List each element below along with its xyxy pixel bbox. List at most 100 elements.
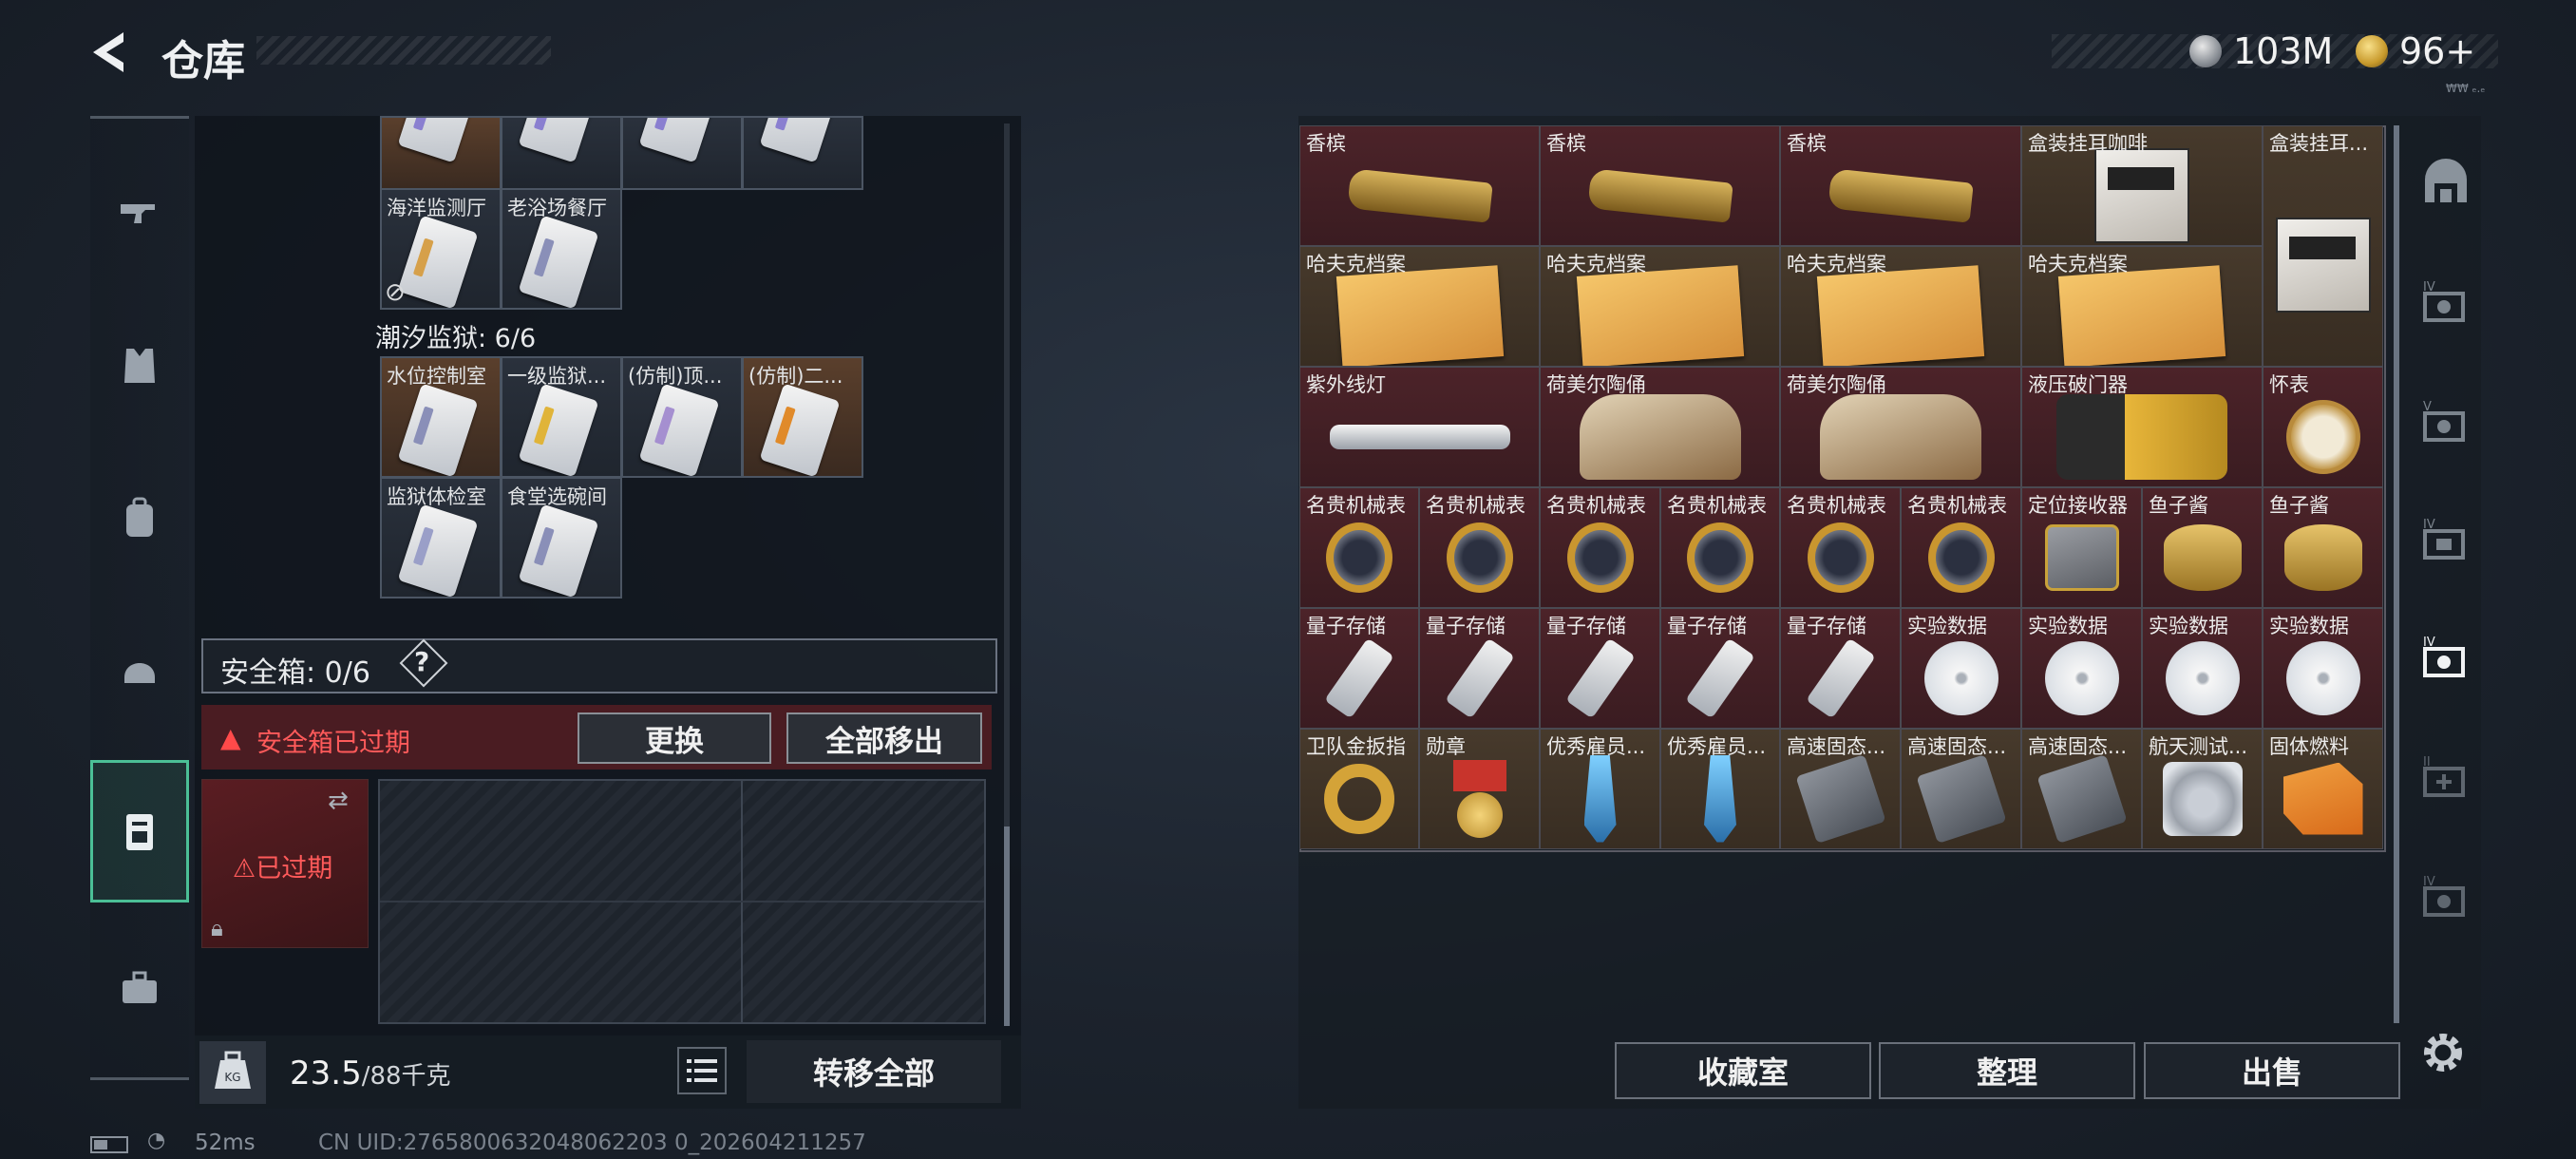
stash-item-folder[interactable]: 哈夫克档案 — [1780, 246, 2021, 367]
stash-item-watch[interactable]: 名贵机械表 — [1780, 487, 1901, 608]
item-label: 优秀雇员... — [1546, 735, 1646, 758]
keycard-slot[interactable] — [742, 116, 863, 190]
stash-item-watch[interactable]: 名贵机械表 — [1419, 487, 1540, 608]
stash-item-folder[interactable]: 哈夫克档案 — [1540, 246, 1780, 367]
stash-item-fuel[interactable]: 固体燃料 — [2263, 729, 2383, 849]
stash-item-watch[interactable]: 名贵机械表 — [1901, 487, 2021, 608]
stash-item-aero[interactable]: 航天测试... — [2142, 729, 2263, 849]
usb-icon — [1324, 636, 1394, 719]
keycard-slot[interactable]: (仿制)顶... — [621, 356, 743, 478]
list-icon[interactable] — [677, 1047, 727, 1094]
sell-button[interactable]: 出售 — [2144, 1042, 2400, 1099]
keycard-slot[interactable]: (仿制)二... — [742, 356, 863, 478]
stash-item-bottle[interactable]: 香槟 — [1540, 125, 1780, 246]
page-title: 仓库 — [161, 37, 245, 86]
stash-tab[interactable]: IV — [2408, 253, 2484, 357]
stash-item-ssd[interactable]: 高速固态... — [1780, 729, 1901, 849]
nav-keycard-case[interactable] — [90, 760, 189, 902]
left-scrollbar-thumb[interactable] — [1004, 826, 1010, 1026]
nav-backpack[interactable] — [90, 466, 189, 570]
stash-item-usb[interactable]: 量子存储 — [1660, 608, 1780, 729]
stash-item-watch[interactable]: 名贵机械表 — [1299, 487, 1419, 608]
stash-item-hydra[interactable]: 液压破门器 — [2021, 367, 2263, 487]
stash-item-medal[interactable]: 勋章 — [1419, 729, 1540, 849]
stash-item-ring[interactable]: 卫队金扳指 — [1299, 729, 1419, 849]
stash-scrollbar-thumb[interactable] — [2394, 125, 2399, 1023]
ssd-icon — [1915, 753, 2007, 844]
stash-item-box[interactable]: 盒装挂耳咖啡 — [2021, 125, 2263, 246]
stash-item-usb[interactable]: 量子存储 — [1780, 608, 1901, 729]
stash-item-trophy[interactable]: 优秀雇员... — [1540, 729, 1660, 849]
replace-button[interactable]: 更换 — [578, 712, 771, 764]
keycard-slot[interactable] — [501, 116, 622, 190]
stash-item-usb[interactable]: 量子存储 — [1299, 608, 1419, 729]
svg-text:IV: IV — [2423, 636, 2435, 650]
stash-item-ssd[interactable]: 高速固态... — [1901, 729, 2021, 849]
stash-item-caviar[interactable]: 鱼子酱 — [2142, 487, 2263, 608]
keycard-item — [518, 504, 599, 597]
stash-item-statue[interactable]: 荷美尔陶俑 — [1540, 367, 1780, 487]
stash-item-disc[interactable]: 实验数据 — [2263, 608, 2383, 729]
currency-silver-value: 103M — [2233, 30, 2334, 72]
keycard-slot[interactable]: 食堂选碗间 — [501, 477, 622, 598]
stash-tab[interactable]: II — [2408, 728, 2484, 832]
keycard-slot[interactable] — [621, 116, 743, 190]
nav-helmet[interactable] — [90, 618, 189, 722]
stash-tab-active[interactable]: IV — [2408, 608, 2484, 712]
keycard-item — [397, 383, 479, 476]
stash-item-folder[interactable]: 哈夫克档案 — [2021, 246, 2263, 367]
keycard-slot[interactable]: 老浴场餐厅 — [501, 188, 622, 310]
swap-icon[interactable]: ⇄ — [328, 787, 349, 815]
stash-item-bottle[interactable]: 香槟 — [1780, 125, 2021, 246]
settings-gear-icon[interactable] — [2416, 1026, 2470, 1079]
stash-item-usb[interactable]: 量子存储 — [1540, 608, 1660, 729]
nav-weapons[interactable] — [90, 162, 189, 266]
move-all-out-button[interactable]: 全部移出 — [786, 712, 982, 764]
item-label: 盒装挂耳... — [2269, 132, 2369, 155]
aero-icon — [2162, 761, 2243, 836]
stash-item-watch[interactable]: 名贵机械表 — [1660, 487, 1780, 608]
stash-item-trophy[interactable]: 优秀雇员... — [1660, 729, 1780, 849]
keycard-slot[interactable] — [380, 116, 502, 190]
stash-item-pocketwatch[interactable]: 怀表 — [2263, 367, 2383, 487]
usb-icon — [1685, 636, 1755, 719]
stash-item-watch[interactable]: 名贵机械表 — [1540, 487, 1660, 608]
nav-toolbox[interactable] — [90, 936, 189, 1040]
watch-icon — [1807, 522, 1874, 593]
stash-item-disc[interactable]: 实验数据 — [2142, 608, 2263, 729]
stash-item-bottle[interactable]: 香槟 — [1299, 125, 1540, 246]
keycard-slot[interactable]: 监狱体检室 — [380, 477, 502, 598]
stash-item-ssd[interactable]: 高速固态... — [2021, 729, 2142, 849]
keycard-item — [518, 215, 599, 308]
svg-text:IV: IV — [2423, 518, 2435, 532]
stash-item-tracker[interactable]: 定位接收器 — [2021, 487, 2142, 608]
transfer-all-button[interactable]: 转移全部 — [747, 1040, 1001, 1103]
box-icon — [2275, 218, 2371, 314]
stash-tab[interactable]: IV — [2408, 490, 2484, 595]
stash-item-disc[interactable]: 实验数据 — [2021, 608, 2142, 729]
stash-item-uv[interactable]: 紫外线灯 — [1299, 367, 1540, 487]
disc-icon — [1923, 640, 1998, 715]
keycard-slot[interactable]: 一级监狱... — [501, 356, 622, 478]
stash-item-usb[interactable]: 量子存储 — [1419, 608, 1540, 729]
keycard-label: (仿制)顶... — [628, 365, 723, 388]
stash-tab[interactable]: IV — [2408, 847, 2484, 952]
stash-item-folder[interactable]: 哈夫克档案 — [1299, 246, 1540, 367]
grid-divider — [380, 901, 984, 902]
stash-tabs-nav: IV V IV IV II IV — [2408, 133, 2484, 1026]
currency-gold[interactable]: 96+ — [2356, 30, 2475, 72]
currency-gold-value: 96+ — [2399, 30, 2476, 72]
watch-icon — [1326, 522, 1392, 593]
keycard-slot[interactable]: 水位控制室 — [380, 356, 502, 478]
keycard-item — [759, 118, 841, 163]
stash-item-caviar[interactable]: 鱼子酱 — [2263, 487, 2383, 608]
back-arrow-icon[interactable] — [85, 28, 133, 76]
stash-tab[interactable]: V — [2408, 372, 2484, 477]
stash-item-box[interactable]: 盒装挂耳... — [2263, 125, 2383, 367]
sort-button[interactable]: 整理 — [1879, 1042, 2135, 1099]
nav-armor[interactable] — [90, 314, 189, 418]
stash-item-statue[interactable]: 荷美尔陶俑 — [1780, 367, 2021, 487]
collection-room-button[interactable]: 收藏室 — [1615, 1042, 1871, 1099]
stash-item-disc[interactable]: 实验数据 — [1901, 608, 2021, 729]
stash-tab[interactable] — [2408, 133, 2484, 238]
